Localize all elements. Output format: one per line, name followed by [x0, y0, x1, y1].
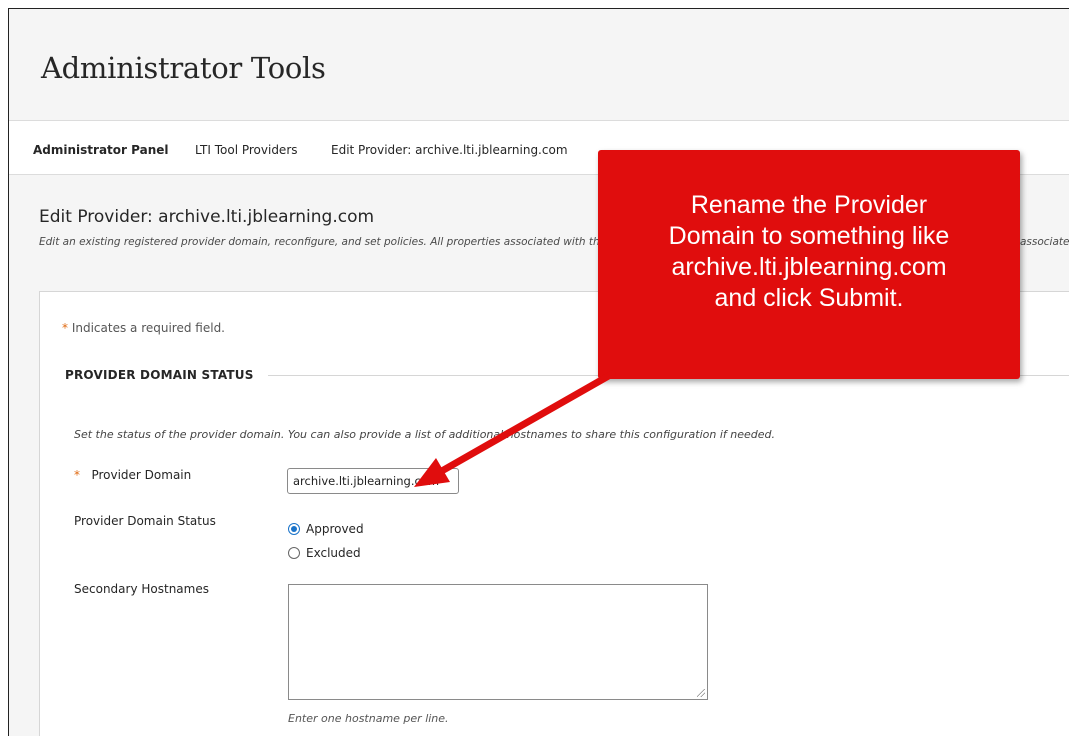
- breadcrumb-lti-tool-providers[interactable]: LTI Tool Providers: [195, 143, 298, 157]
- radio-approved-label: Approved: [306, 522, 364, 536]
- required-field-note: * Indicates a required field.: [62, 321, 225, 335]
- edit-provider-heading: Edit Provider: archive.lti.jblearning.co…: [39, 207, 375, 227]
- provider-domain-input[interactable]: archive.lti.jblearning.com: [287, 468, 459, 494]
- provider-domain-label: * Provider Domain: [74, 468, 191, 482]
- breadcrumb-administrator-panel[interactable]: Administrator Panel: [33, 143, 169, 157]
- callout-line: Rename the Provider: [690, 191, 928, 219]
- secondary-hostnames-textarea[interactable]: [288, 584, 708, 700]
- radio-excluded-label: Excluded: [306, 546, 361, 560]
- provider-domain-status-label: Provider Domain Status: [74, 514, 216, 528]
- secondary-hostnames-hint: Enter one hostname per line.: [288, 712, 449, 725]
- page-title: Administrator Tools: [41, 51, 326, 85]
- section-title-provider-domain-status: PROVIDER DOMAIN STATUS: [65, 368, 254, 382]
- radio-excluded[interactable]: Excluded: [288, 546, 361, 560]
- resize-grip-icon[interactable]: [697, 689, 705, 697]
- required-note-text: Indicates a required field.: [71, 321, 225, 335]
- radio-unselected-icon[interactable]: [288, 547, 300, 559]
- callout-line: archive.lti.jblearning.com: [671, 253, 947, 281]
- breadcrumb-edit-provider: Edit Provider: archive.lti.jblearning.co…: [331, 143, 568, 157]
- page-header: Administrator Tools: [9, 9, 1069, 121]
- instruction-callout: Rename the Provider Domain to something …: [598, 150, 1020, 379]
- secondary-hostnames-label: Secondary Hostnames: [74, 582, 209, 596]
- radio-approved[interactable]: Approved: [288, 522, 364, 536]
- required-star-icon: *: [62, 321, 68, 335]
- radio-selected-icon[interactable]: [288, 523, 300, 535]
- callout-line: and click Submit.: [714, 284, 904, 312]
- callout-line: Domain to something like: [668, 222, 950, 250]
- required-star-icon: *: [74, 468, 80, 482]
- section-description: Set the status of the provider domain. Y…: [74, 428, 776, 441]
- provider-domain-label-text: Provider Domain: [91, 468, 192, 482]
